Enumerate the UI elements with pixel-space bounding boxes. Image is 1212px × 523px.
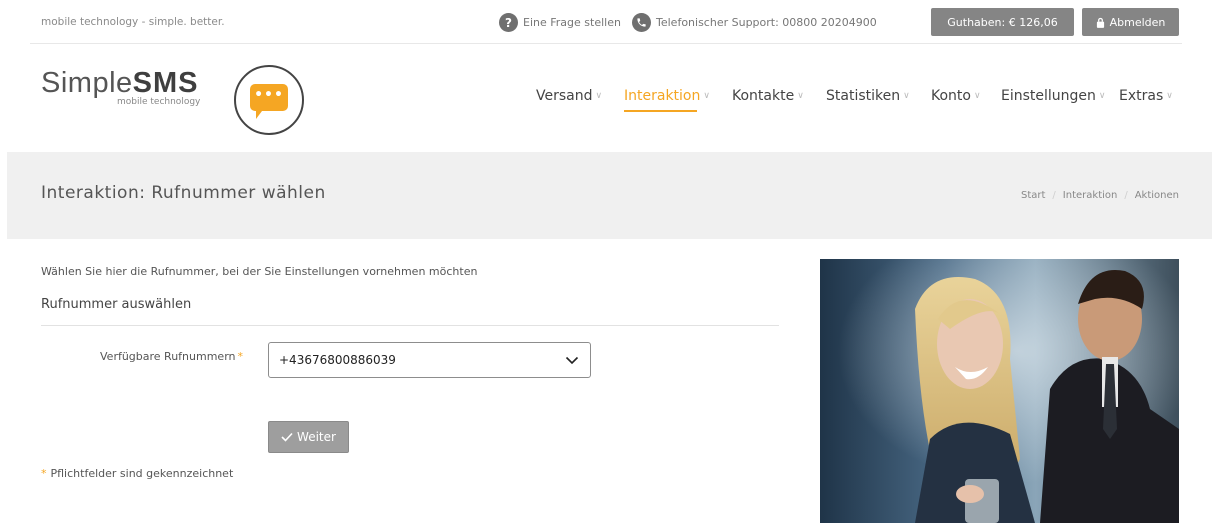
phone-number-select[interactable]: +43676800886039 bbox=[268, 342, 591, 378]
chevron-down-icon: ∨ bbox=[595, 91, 603, 101]
hero-photo bbox=[820, 259, 1179, 523]
active-underline bbox=[624, 110, 697, 112]
balance-button[interactable]: Guthaben: € 126,06 bbox=[931, 8, 1074, 36]
main-nav: Versand ∨ Interaktion ∨ Kontakte ∨ Statisti… bbox=[0, 88, 1212, 112]
phone-number-select-value: +43676800886039 bbox=[279, 353, 396, 367]
logout-label: Abmelden bbox=[1109, 15, 1166, 29]
nav-item-versand[interactable]: Versand ∨ bbox=[536, 88, 602, 104]
nav-item-konto[interactable]: Konto ∨ bbox=[931, 88, 981, 104]
top-divider bbox=[30, 43, 1182, 44]
chevron-down-icon bbox=[565, 356, 579, 365]
phone-support-label: Telefonischer Support: 00800 20204900 bbox=[656, 16, 877, 29]
required-mark: * bbox=[237, 350, 244, 363]
breadcrumb-separator: / bbox=[1124, 190, 1128, 201]
lock-icon bbox=[1096, 17, 1104, 28]
ask-question-label: Eine Frage stellen bbox=[523, 16, 621, 29]
check-icon bbox=[281, 432, 293, 442]
ask-question-link[interactable]: ? Eine Frage stellen bbox=[499, 13, 621, 32]
nav-item-kontakte[interactable]: Kontakte ∨ bbox=[732, 88, 804, 104]
nav-item-extras[interactable]: Extras ∨ bbox=[1119, 88, 1173, 104]
continue-button[interactable]: Weiter bbox=[268, 421, 349, 453]
chevron-down-icon: ∨ bbox=[973, 91, 981, 101]
required-mark: * bbox=[41, 467, 47, 480]
chevron-down-icon: ∨ bbox=[903, 91, 910, 101]
question-circle-icon: ? bbox=[499, 13, 518, 32]
nav-item-statistiken[interactable]: Statistiken ∨ bbox=[826, 88, 910, 104]
breadcrumb-aktionen: Aktionen bbox=[1134, 190, 1179, 201]
logout-button[interactable]: Abmelden bbox=[1082, 8, 1179, 36]
page-title-band: Interaktion: Rufnummer wählen Start / In… bbox=[7, 152, 1212, 239]
nav-item-interaktion[interactable]: Interaktion ∨ bbox=[624, 88, 710, 112]
page-title: Interaktion: Rufnummer wählen bbox=[41, 183, 326, 203]
chevron-down-icon: ∨ bbox=[797, 91, 804, 101]
breadcrumb-start[interactable]: Start bbox=[1021, 190, 1045, 201]
breadcrumb-interaktion[interactable]: Interaktion bbox=[1063, 190, 1118, 201]
breadcrumb: Start / Interaktion / Aktionen bbox=[1021, 190, 1179, 201]
section-divider bbox=[41, 325, 779, 326]
required-fields-note: * Pflichtfelder sind gekennzeichnet bbox=[41, 467, 234, 480]
chevron-down-icon: ∨ bbox=[1166, 91, 1173, 101]
phone-support: Telefonischer Support: 00800 20204900 bbox=[632, 13, 877, 32]
top-bar: mobile technology - simple. better. ? Ei… bbox=[0, 0, 1212, 44]
intro-text: Wählen Sie hier die Rufnummer, bei der S… bbox=[41, 265, 478, 278]
phone-number-label: Verfügbare Rufnummern * bbox=[100, 350, 243, 363]
tagline: mobile technology - simple. better. bbox=[41, 16, 225, 28]
breadcrumb-separator: / bbox=[1052, 190, 1056, 201]
chevron-down-icon: ∨ bbox=[703, 91, 710, 101]
phone-circle-icon bbox=[632, 13, 651, 32]
nav-item-einstellungen[interactable]: Einstellungen ∨ bbox=[1001, 88, 1106, 104]
chevron-down-icon: ∨ bbox=[1098, 91, 1106, 101]
section-title: Rufnummer auswählen bbox=[41, 297, 192, 312]
continue-label: Weiter bbox=[297, 430, 336, 444]
